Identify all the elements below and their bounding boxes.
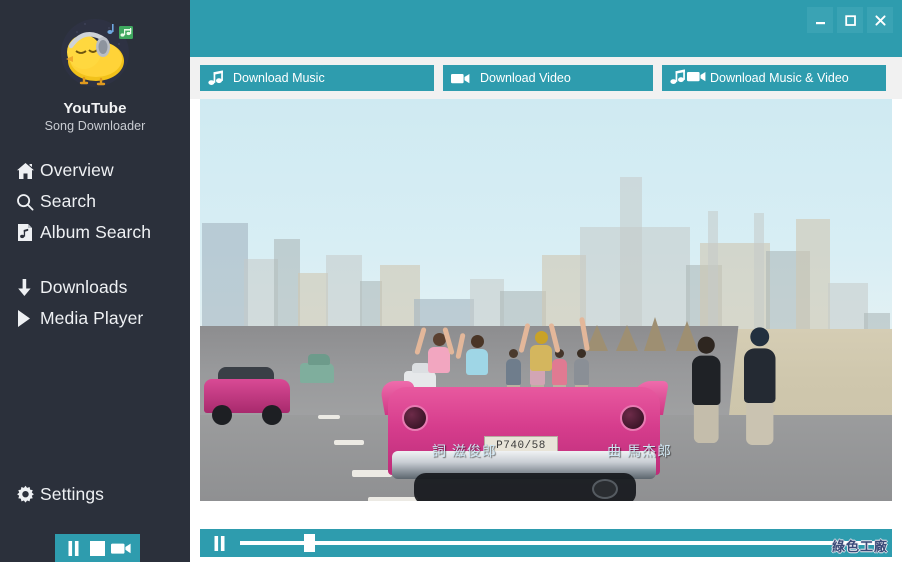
minimize-button[interactable] [807,7,833,33]
maximize-button[interactable] [837,7,863,33]
nav-group-secondary: Downloads Media Player [0,272,190,334]
seek-thumb[interactable] [304,534,316,552]
pedestrian [692,336,721,443]
distant-car [300,363,334,383]
lane-marking [352,470,392,477]
sidebar-item-label: Settings [40,483,105,504]
lane-marking [334,440,364,445]
sidebar-item-label: Search [40,190,97,211]
pause-icon[interactable] [63,539,85,557]
media-player-bar: 綠色工廠 [200,529,892,557]
sidebar-item-label: Media Player [40,307,144,328]
download-tabstrip: Download Music Download Video Download M… [190,57,902,99]
tab-download-music-and-video[interactable]: Download Music & Video [662,65,886,91]
sidebar-item-downloads[interactable]: Downloads [0,272,190,303]
skyline-building [202,223,248,343]
sidebar-item-media-player[interactable]: Media Player [0,303,190,334]
download-arrow-icon [16,277,40,299]
tab-download-music[interactable]: Download Music [200,65,434,91]
sidebar-item-label: Downloads [40,276,128,297]
beach-umbrella [616,325,638,351]
subtitle-composer: 曲 馬杰郎 [607,443,672,459]
video-camera-icon[interactable] [110,539,132,557]
main-panel: Download Music Download Video Download M… [190,0,902,562]
window-titlebar [190,0,902,57]
sidebar-nav: Overview Search Album Search Downloads M… [0,155,190,334]
distant-car [308,354,330,365]
parked-pink-car [204,363,290,425]
stop-square-icon[interactable] [86,539,108,557]
tab-download-video[interactable]: Download Video [443,65,653,91]
brand-block: YouTube Song Downloader [0,0,190,133]
app-window: YouTube Song Downloader Overview Search … [0,0,902,562]
lane-marking [318,415,340,419]
skyline-spire [708,211,718,343]
video-subtitle-credits: 詞 滋俊郎 曲 馬杰郎 [432,441,672,461]
music-note-icon [670,68,685,88]
sidebar-item-search[interactable]: Search [0,186,190,217]
skyline-building [796,219,830,343]
tab-label: Download Music & Video [710,71,849,85]
gear-icon [16,484,40,506]
seek-track [240,541,884,545]
passenger [530,331,552,371]
foreground-pink-car: P740/58 [379,369,669,501]
sidebar-item-label: Album Search [40,221,152,242]
search-icon [16,191,40,213]
skyline-tower [620,177,642,343]
close-button[interactable] [867,7,893,33]
subtitle-lyricist: 詞 滋俊郎 [432,443,497,459]
seek-slider[interactable] [240,533,884,553]
video-preview[interactable]: P740/58 詞 滋俊郎 曲 馬杰郎 [200,99,892,501]
music-video-icon-group [670,68,706,88]
sidebar-item-album-search[interactable]: Album Search [0,217,190,248]
music-note-icon [208,70,223,86]
sidebar-item-label: Overview [40,159,114,180]
tab-label: Download Video [480,71,571,85]
sidebar-item-overview[interactable]: Overview [0,155,190,186]
home-icon [16,160,40,182]
beach-umbrella [644,317,666,351]
pause-icon[interactable] [208,533,230,553]
sidebar: YouTube Song Downloader Overview Search … [0,0,190,562]
nav-group-primary: Overview Search Album Search [0,155,190,248]
video-camera-icon [451,72,470,85]
pedestrian [744,327,776,445]
brand-title: YouTube [63,100,127,117]
brand-subtitle: Song Downloader [44,119,146,133]
skyline-spire [754,213,764,343]
album-music-icon [16,222,40,244]
sidebar-mini-media-controls [55,534,140,562]
video-stage-wrapper: P740/58 詞 滋俊郎 曲 馬杰郎 [190,99,902,522]
video-camera-icon [687,70,706,86]
tab-label: Download Music [233,71,325,85]
passenger [466,335,488,375]
sidebar-item-settings[interactable]: Settings [0,479,190,510]
chick-headphones-logo [51,14,139,96]
play-triangle-icon [16,308,40,330]
